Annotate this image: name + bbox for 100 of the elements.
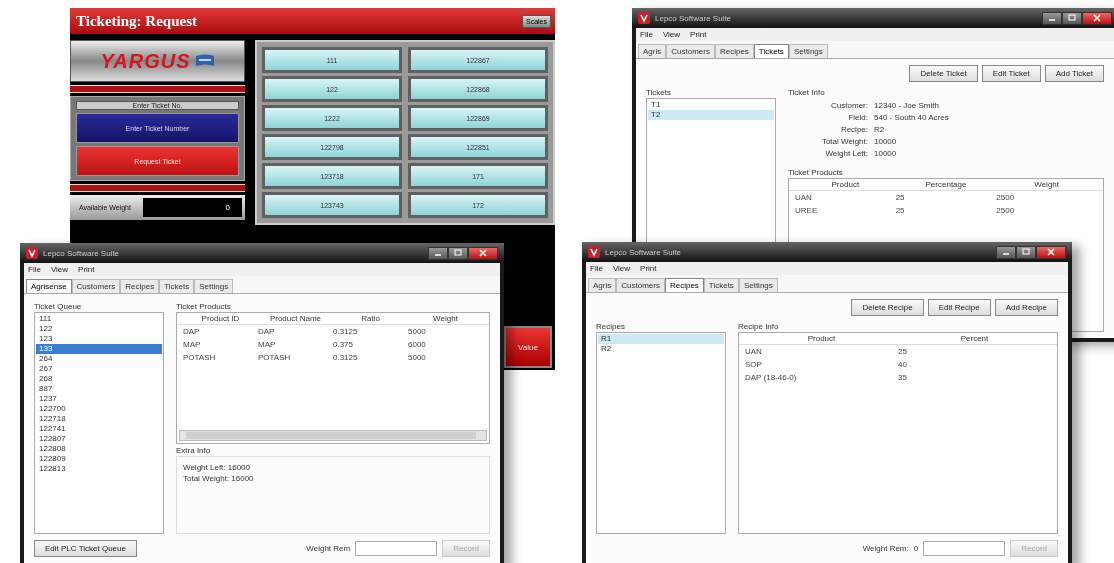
table-cell-text: 2500 <box>996 205 1016 216</box>
list-item[interactable]: 267 <box>36 364 162 374</box>
table-cell-text: 5000 <box>408 326 427 337</box>
table-cell-text: SOP <box>745 359 763 370</box>
list-item[interactable]: 1237 <box>36 394 162 404</box>
table-cell-text: 25 <box>895 205 906 216</box>
column-header[interactable]: Percentage <box>895 180 997 189</box>
tab[interactable]: Customers <box>666 44 715 58</box>
close-button[interactable] <box>468 246 498 260</box>
value-button[interactable]: Value <box>504 326 552 368</box>
list-title: Tickets <box>646 88 673 97</box>
close-icon <box>1046 248 1056 256</box>
window-title: Lepco Software Suite <box>605 247 682 257</box>
close-icon <box>1092 14 1102 22</box>
table-cell-text: MAP <box>183 339 202 350</box>
app-icon <box>26 247 38 259</box>
action-button[interactable]: Add Recipe <box>994 299 1058 316</box>
logo-text: YARGUS <box>100 49 191 73</box>
tab[interactable]: Settings <box>194 279 234 293</box>
field-value: 540 - South 40 Acres <box>874 113 950 122</box>
list-item[interactable]: 122741 <box>36 424 162 434</box>
minimize-button[interactable] <box>428 246 448 260</box>
list-item[interactable]: 111 <box>36 314 162 324</box>
edit-queue-button[interactable]: Edit PLC Ticket Queue <box>34 540 137 557</box>
action-button[interactable]: Edit Recipe <box>927 299 991 316</box>
column-header[interactable]: Ratio <box>333 314 408 323</box>
menu-item[interactable]: File <box>590 264 603 273</box>
tab[interactable]: Tickets <box>703 278 739 292</box>
list-item[interactable]: T1 <box>648 100 774 110</box>
table-cell-text: POTASH <box>183 352 217 363</box>
table-title: Ticket Products <box>788 168 844 177</box>
tab[interactable]: Recipes <box>714 44 754 58</box>
tab[interactable]: Agrisense <box>26 279 72 293</box>
list-item[interactable]: 122807 <box>36 434 162 444</box>
menu-item[interactable]: Print <box>640 264 657 273</box>
column-header[interactable]: Percent <box>898 334 1051 343</box>
tab[interactable]: Agris <box>638 44 667 58</box>
list-item[interactable]: 122813 <box>36 464 162 474</box>
weight-display: 0 <box>143 198 242 217</box>
list-item[interactable]: 122718 <box>36 414 162 424</box>
tab[interactable]: Recipes <box>120 279 160 293</box>
tab[interactable]: Settings <box>738 278 778 292</box>
action-button[interactable]: Add Ticket <box>1044 65 1104 82</box>
minimize-button[interactable] <box>996 245 1016 259</box>
action-button[interactable]: Edit Ticket <box>981 65 1041 82</box>
tab[interactable]: Tickets <box>159 279 195 293</box>
menu-item[interactable]: View <box>612 264 631 273</box>
weight-label: Weight Rem <box>306 544 351 553</box>
list-item[interactable]: 268 <box>36 374 162 384</box>
minimize-button[interactable] <box>1042 11 1062 25</box>
column-header[interactable]: Weight <box>996 180 1097 189</box>
table-cell-text: 35 <box>898 372 908 383</box>
table-cell-text: 25 <box>895 192 906 203</box>
maximize-button[interactable] <box>1016 245 1036 259</box>
tab[interactable]: Tickets <box>753 44 789 58</box>
info-line: Total Weight: 16000 <box>183 474 255 483</box>
list-item[interactable]: 133 <box>36 344 162 354</box>
list-item[interactable]: R1 <box>598 334 724 344</box>
field-label: Customer: <box>830 101 868 110</box>
list-item[interactable]: 122808 <box>36 444 162 454</box>
tab[interactable]: Customers <box>616 278 665 292</box>
table-cell-text: 5000 <box>408 352 427 363</box>
list-item[interactable]: 122 <box>36 324 162 334</box>
column-header[interactable]: Product Name <box>258 314 333 323</box>
list-item[interactable]: R2 <box>598 344 724 354</box>
tab[interactable]: Customers <box>71 279 121 293</box>
list-item[interactable]: 122700 <box>36 404 162 414</box>
menu-item[interactable]: File <box>640 30 653 39</box>
window-title: Lepco Software Suite <box>43 248 120 258</box>
menu-item[interactable]: View <box>50 265 69 274</box>
menu-item[interactable]: Print <box>690 30 707 39</box>
horizontal-scrollbar[interactable] <box>179 430 487 441</box>
tab[interactable]: Agris <box>588 278 617 292</box>
column-header[interactable]: Product <box>745 334 898 343</box>
list-item[interactable]: 887 <box>36 384 162 394</box>
table-cell-text: UAN <box>745 346 763 357</box>
close-button[interactable] <box>1036 245 1066 259</box>
maximize-button[interactable] <box>1062 11 1082 25</box>
action-button[interactable]: Delete Recipe <box>851 299 924 316</box>
tab[interactable]: Settings <box>788 44 828 58</box>
list-item[interactable]: T2 <box>648 110 774 120</box>
column-header[interactable]: Product <box>795 180 896 189</box>
field-value: 10000 <box>874 149 898 158</box>
menu-item[interactable]: Print <box>78 265 95 274</box>
column-header[interactable]: Weight <box>408 314 483 323</box>
action-button[interactable]: Delete Ticket <box>909 65 978 82</box>
list-item[interactable]: 123 <box>36 334 162 344</box>
list-item[interactable]: 122809 <box>36 454 162 464</box>
input-field[interactable] <box>355 541 438 556</box>
column-header[interactable]: Product ID <box>183 314 258 323</box>
field-label: Recipe: <box>839 125 868 134</box>
input-field[interactable] <box>923 541 1006 556</box>
tab[interactable]: Recipes <box>664 278 704 292</box>
close-button[interactable] <box>1082 11 1112 25</box>
maximize-icon <box>453 249 463 257</box>
field-value: R2 <box>874 125 886 134</box>
menu-item[interactable]: File <box>28 265 41 274</box>
menu-item[interactable]: View <box>662 30 681 39</box>
maximize-button[interactable] <box>448 246 468 260</box>
list-item[interactable]: 264 <box>36 354 162 364</box>
